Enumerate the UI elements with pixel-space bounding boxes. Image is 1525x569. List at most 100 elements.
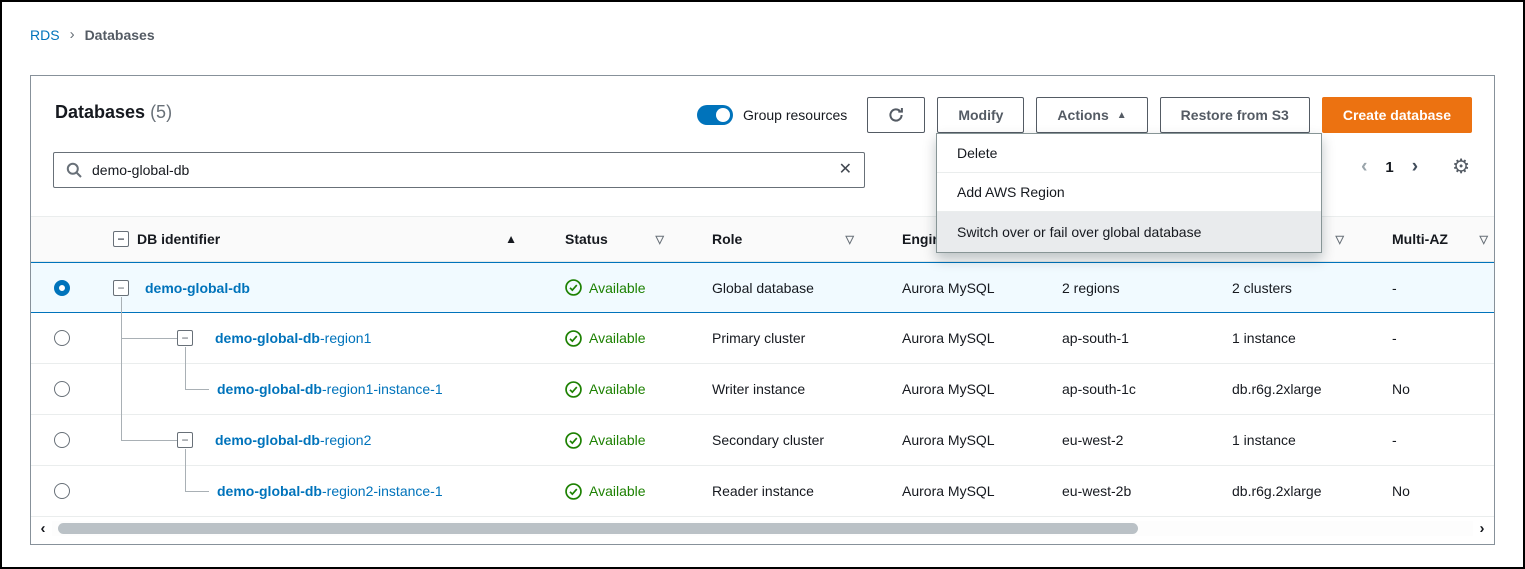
refresh-icon — [888, 107, 904, 123]
status-cell: Available — [545, 381, 692, 398]
resource-count: (5) — [150, 102, 172, 122]
sort-icon[interactable]: ▽ — [656, 233, 664, 246]
row-radio[interactable] — [54, 483, 70, 499]
engine-cell: Aurora MySQL — [882, 381, 1042, 397]
actions-dropdown-menu: Delete Add AWS Region Switch over or fai… — [936, 133, 1322, 253]
db-identifier-rest: -region2 — [320, 432, 371, 448]
page-number[interactable]: 1 — [1385, 159, 1393, 176]
breadcrumb-rds-link[interactable]: RDS — [30, 27, 60, 43]
role-cell: Primary cluster — [692, 330, 882, 346]
row-radio[interactable] — [54, 330, 70, 346]
collapse-all-toggle[interactable]: − — [113, 231, 129, 247]
collapse-toggle[interactable]: − — [177, 432, 193, 448]
available-check-icon — [565, 330, 582, 347]
page-title: Databases(5) — [55, 102, 172, 123]
status-text: Available — [589, 432, 646, 448]
status-text: Available — [589, 483, 646, 499]
horizontal-scrollbar: ‹ › — [34, 520, 1491, 537]
header-controls: Group resources Modify Actions ▲ Restore… — [697, 97, 1472, 133]
tree-connector — [185, 449, 186, 466]
table-row[interactable]: demo-global-db-region2-instance-1 Availa… — [31, 466, 1494, 517]
engine-cell: Aurora MySQL — [882, 330, 1042, 346]
modify-button[interactable]: Modify — [937, 97, 1024, 133]
row-radio[interactable] — [54, 381, 70, 397]
search-input[interactable] — [92, 162, 829, 178]
region-cell: eu-west-2 — [1042, 432, 1212, 448]
size-cell: db.r6g.2xlarge — [1212, 381, 1372, 397]
db-identifier-match: demo-global-db — [145, 280, 250, 296]
group-resources-toggle[interactable] — [697, 105, 733, 125]
region-cell: ap-south-1 — [1042, 330, 1212, 346]
scroll-left-icon[interactable]: ‹ — [34, 521, 52, 536]
db-identifier-link[interactable]: demo-global-db-region2 — [215, 432, 371, 448]
multi-az-cell: - — [1372, 432, 1494, 448]
refresh-button[interactable] — [867, 97, 925, 133]
table-row[interactable]: demo-global-db-region1-instance-1 Availa… — [31, 364, 1494, 415]
status-column-header[interactable]: Status ▽ — [545, 231, 692, 247]
row-radio[interactable] — [54, 280, 70, 296]
available-check-icon — [565, 381, 582, 398]
db-identifier-header-label: DB identifier — [137, 231, 220, 247]
db-identifier-column-header[interactable]: − DB identifier ▲ — [95, 231, 545, 247]
tree-connector — [121, 297, 122, 314]
multi-az-column-header[interactable]: Multi-AZ ▽ — [1372, 231, 1494, 247]
group-resources-label: Group resources — [743, 107, 847, 123]
engine-cell: Aurora MySQL — [882, 483, 1042, 499]
table-body: − demo-global-db Available Global databa… — [31, 262, 1494, 517]
menu-item-switch-over-failover[interactable]: Switch over or fail over global database — [937, 212, 1321, 252]
multi-az-cell: No — [1372, 381, 1494, 397]
db-identifier-rest: -region1 — [320, 330, 371, 346]
status-text: Available — [589, 280, 646, 296]
scroll-right-icon[interactable]: › — [1473, 521, 1491, 536]
table-row[interactable]: − demo-global-db-region1 Available Prima… — [31, 313, 1494, 364]
sort-icon[interactable]: ▽ — [1480, 233, 1488, 246]
db-identifier-link[interactable]: demo-global-db — [145, 280, 250, 296]
create-database-button[interactable]: Create database — [1322, 97, 1472, 133]
region-cell: 2 regions — [1042, 280, 1212, 296]
size-cell: db.r6g.2xlarge — [1212, 483, 1372, 499]
table-row[interactable]: − demo-global-db-region2 Available Secon… — [31, 415, 1494, 466]
engine-cell: Aurora MySQL — [882, 432, 1042, 448]
actions-button[interactable]: Actions ▲ — [1036, 97, 1147, 133]
sort-icon[interactable]: ▽ — [1336, 233, 1344, 246]
db-identifier-link[interactable]: demo-global-db-region1 — [215, 330, 371, 346]
menu-item-add-aws-region[interactable]: Add AWS Region — [937, 173, 1321, 212]
collapse-toggle[interactable]: − — [177, 330, 193, 346]
multi-az-cell: No — [1372, 483, 1494, 499]
breadcrumb-current: Databases — [85, 27, 155, 43]
db-identifier-link[interactable]: demo-global-db-region1-instance-1 — [217, 381, 443, 397]
db-identifier-match: demo-global-db — [217, 381, 322, 397]
tree-connector — [185, 347, 186, 364]
row-radio[interactable] — [54, 432, 70, 448]
scrollbar-track[interactable] — [52, 521, 1473, 536]
scrollbar-thumb[interactable] — [58, 523, 1138, 534]
page-title-text: Databases — [55, 102, 145, 122]
settings-gear-icon[interactable]: ⚙ — [1452, 157, 1470, 177]
sort-icon[interactable]: ▽ — [846, 233, 854, 246]
previous-page-icon[interactable]: ‹ — [1361, 156, 1367, 178]
role-cell: Global database — [692, 280, 882, 296]
multi-az-cell: - — [1372, 280, 1494, 296]
collapse-toggle[interactable]: − — [113, 280, 129, 296]
clear-search-icon[interactable]: ✕ — [839, 162, 852, 178]
databases-panel: Databases(5) Group resources Modify Acti… — [30, 75, 1495, 545]
role-cell: Reader instance — [692, 483, 882, 499]
menu-item-delete[interactable]: Delete — [937, 134, 1321, 173]
role-header-label: Role — [712, 231, 742, 247]
next-page-icon[interactable]: › — [1412, 156, 1418, 178]
db-identifier-rest: -region1-instance-1 — [322, 381, 443, 397]
region-cell: ap-south-1c — [1042, 381, 1212, 397]
db-identifier-link[interactable]: demo-global-db-region2-instance-1 — [217, 483, 443, 499]
role-cell: Writer instance — [692, 381, 882, 397]
size-cell: 2 clusters — [1212, 280, 1372, 296]
table-row[interactable]: − demo-global-db Available Global databa… — [31, 262, 1494, 313]
restore-from-s3-button[interactable]: Restore from S3 — [1160, 97, 1310, 133]
sort-ascending-icon[interactable]: ▲ — [505, 232, 517, 246]
role-column-header[interactable]: Role ▽ — [692, 231, 882, 247]
db-identifier-rest: -region2-instance-1 — [322, 483, 443, 499]
search-box: ✕ — [53, 152, 865, 188]
status-text: Available — [589, 330, 646, 346]
multi-az-cell: - — [1372, 330, 1494, 346]
caret-up-icon: ▲ — [1117, 110, 1127, 121]
status-header-label: Status — [565, 231, 608, 247]
